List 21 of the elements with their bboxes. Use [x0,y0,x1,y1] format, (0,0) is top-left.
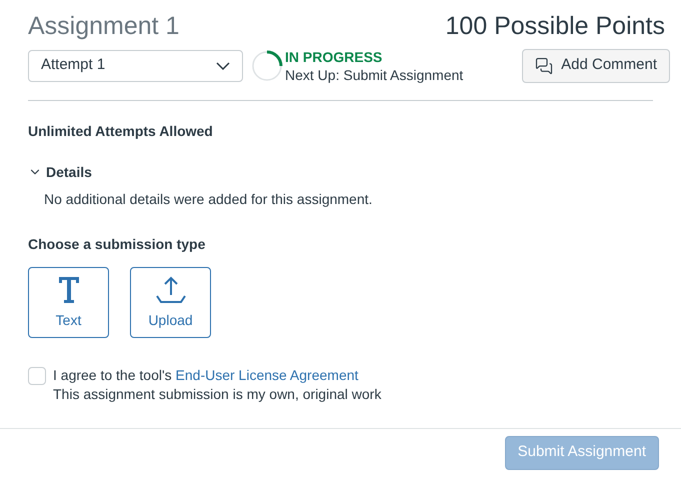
submission-type-heading: Choose a submission type [28,234,206,254]
chevron-down-icon [216,62,230,70]
possible-points: 100 Possible Points [445,11,665,42]
agreement-text: I agree to the tool's End-User License Agreement [53,366,360,384]
license-link[interactable]: End-User License Agreement [176,366,358,382]
agreement-checkbox[interactable] [28,366,46,384]
details-text: No additional details were added for this assignment. [44,190,374,209]
submission-type-option[interactable]: Text [28,266,109,338]
status-label: IN PROGRESS [285,48,384,66]
comment-icon [535,56,554,74]
originality-note: This assignment submission is my own, original work [53,384,382,404]
letter-t-icon [58,276,80,304]
add-comment-button[interactable]: Add Comment [522,48,670,82]
next-step-text: Next Up: Submit Assignment [285,66,464,84]
assignment-title: Assignment 1 [28,11,180,42]
attempts-note: Unlimited Attempts Allowed [28,122,214,141]
progress-ring-icon [251,50,283,82]
upload-icon [154,276,186,304]
attempt-dropdown[interactable]: Attempt 1 [28,50,243,82]
submission-type-option[interactable]: Upload [130,266,211,338]
details-toggle[interactable]: Details [28,162,92,182]
